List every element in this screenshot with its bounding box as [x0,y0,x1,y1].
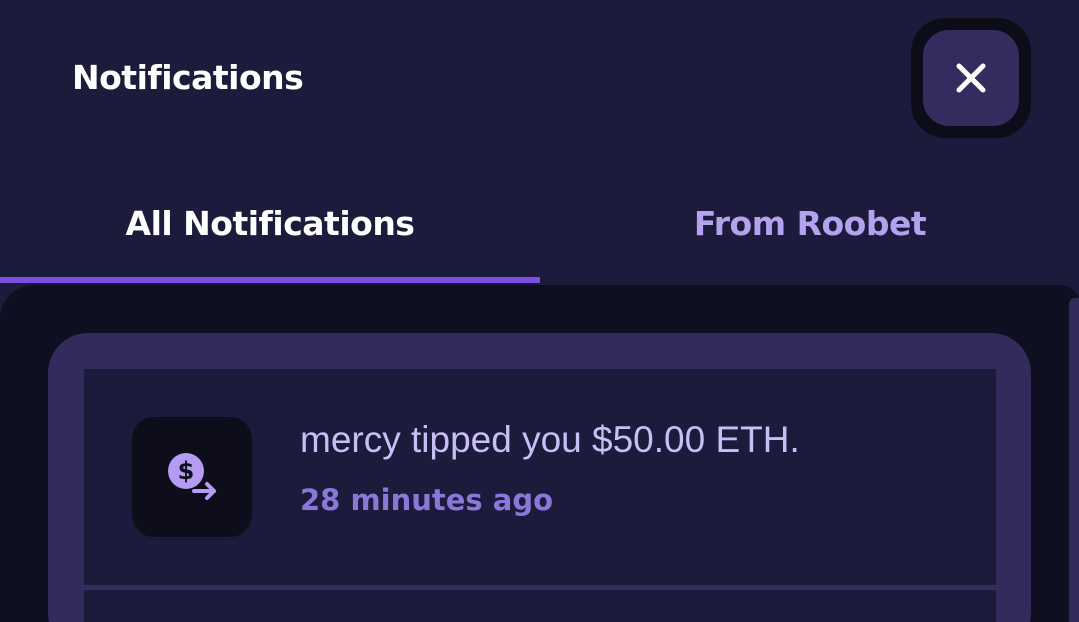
close-button[interactable] [923,30,1019,126]
notification-timestamp: 28 minutes ago [300,483,554,517]
notification-tabs: All Notifications From Roobet [0,180,1079,285]
notifications-panel: Notifications All Notifications From Roo… [0,0,1079,622]
page-title: Notifications [72,58,304,97]
tab-label: All Notifications [125,204,415,243]
notification-icon-box: $ [132,417,252,537]
svg-text:$: $ [178,457,195,485]
notification-item[interactable] [84,590,996,622]
close-icon [956,63,986,93]
scrollbar[interactable] [1069,298,1079,622]
notification-message: mercy tipped you $50.00 ETH. [300,419,800,460]
tab-label: From Roobet [693,204,927,243]
tab-all-notifications[interactable]: All Notifications [0,180,540,280]
tab-from-roobet[interactable]: From Roobet [540,180,1079,280]
notification-item[interactable]: $ mercy tipped you $50.00 ETH. 28 minute… [84,369,996,585]
dollar-transfer-icon: $ [168,453,216,500]
active-tab-indicator [0,277,540,283]
